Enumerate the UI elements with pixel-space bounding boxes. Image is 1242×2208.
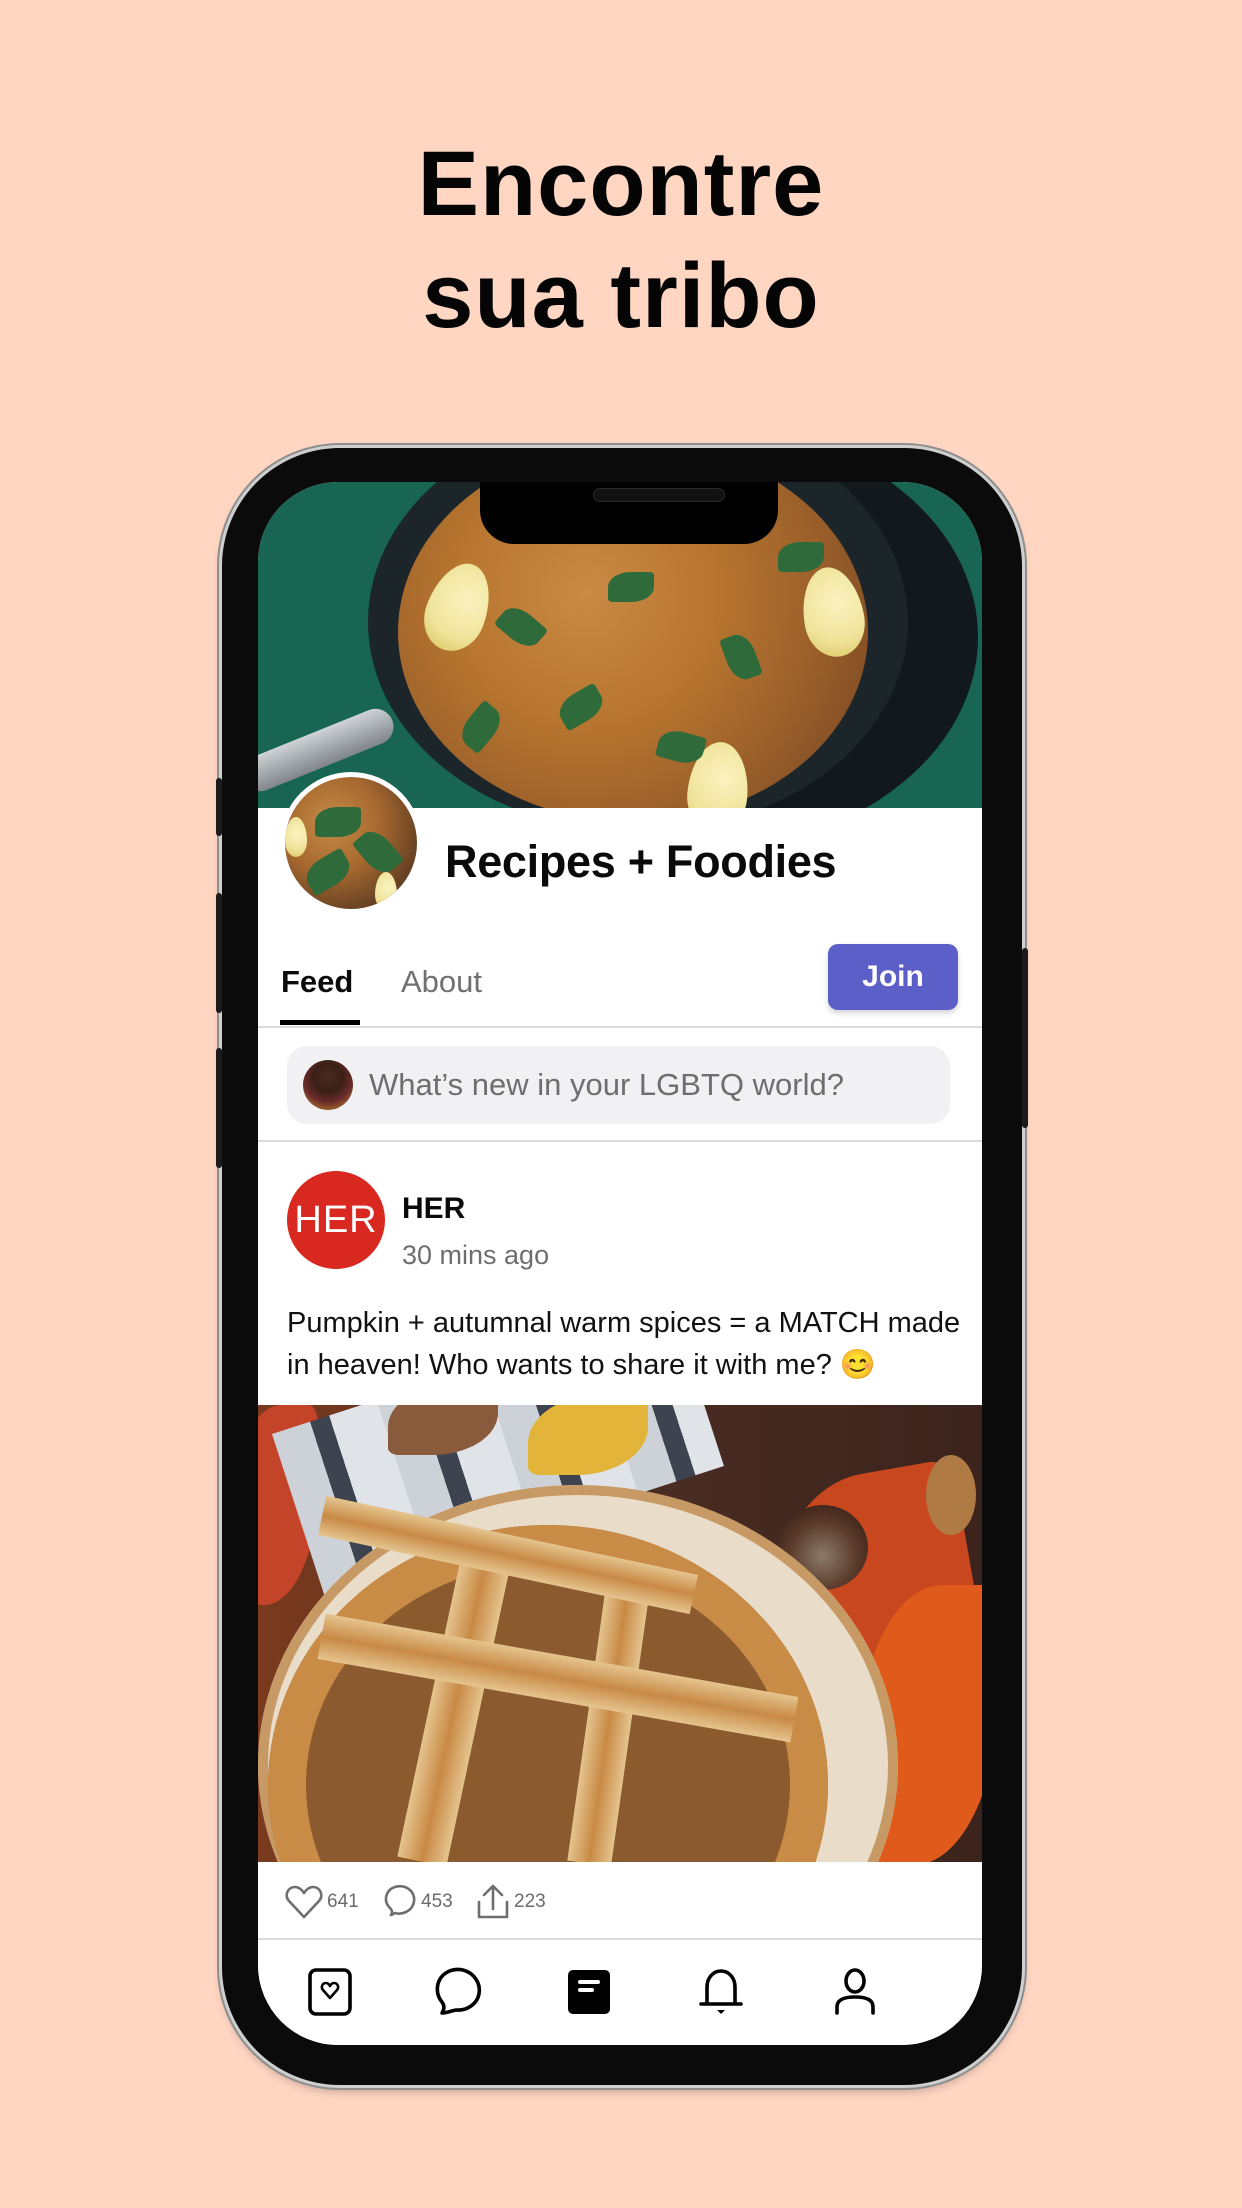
volume-down-button xyxy=(216,1048,222,1168)
lemon-slice xyxy=(375,872,397,909)
chat-bubble-icon xyxy=(435,1967,482,2015)
heart-card-icon xyxy=(308,1968,352,2016)
comment-count: 453 xyxy=(421,1891,453,1912)
share-icon xyxy=(477,1884,509,1919)
comment-icon xyxy=(384,1884,416,1917)
volume-up-button xyxy=(216,893,222,1013)
speaker xyxy=(593,488,725,502)
bell-icon xyxy=(699,1969,743,2014)
join-button[interactable]: Join xyxy=(828,944,958,1010)
nav-profile[interactable] xyxy=(825,1964,885,2020)
lemon-slice xyxy=(285,817,307,857)
post-author-name[interactable]: HER xyxy=(402,1192,465,1226)
herb xyxy=(778,542,824,572)
headline-line-2: sua tribo xyxy=(422,245,820,347)
user-avatar xyxy=(303,1060,353,1110)
group-avatar-image xyxy=(285,777,417,909)
share-count: 223 xyxy=(514,1891,546,1912)
nav-chats[interactable] xyxy=(429,1964,489,2020)
post-engagement-bar: 641 453 223 xyxy=(258,1862,982,1940)
herb xyxy=(608,572,654,602)
app-screen: Recipes + Foodies Feed About Join HER HE… xyxy=(258,482,982,2045)
active-tab-indicator xyxy=(280,1020,360,1025)
divider xyxy=(258,1140,982,1142)
herb xyxy=(300,847,356,897)
like-count: 641 xyxy=(327,1891,359,1912)
mute-switch xyxy=(216,778,222,836)
bottom-nav xyxy=(258,1942,982,2045)
headline-line-1: Encontre xyxy=(417,133,825,235)
post-image[interactable] xyxy=(258,1405,982,1862)
compose-box[interactable] xyxy=(287,1046,950,1124)
phone-frame: Recipes + Foodies Feed About Join HER HE… xyxy=(216,448,1028,2085)
tab-about[interactable]: About xyxy=(401,964,482,1000)
like-button[interactable]: 641 xyxy=(285,1884,359,1920)
herb xyxy=(315,807,361,837)
post-timestamp: 30 mins ago xyxy=(402,1240,550,1270)
person-icon xyxy=(835,1968,875,2015)
tab-feed[interactable]: Feed xyxy=(281,964,353,1000)
group-title: Recipes + Foodies xyxy=(445,836,837,887)
nav-notifications[interactable] xyxy=(691,1964,751,2020)
post-author-avatar[interactable]: HER xyxy=(287,1171,385,1269)
group-avatar[interactable] xyxy=(280,772,422,914)
share-button[interactable]: 223 xyxy=(476,1884,546,1920)
headline: Encontre sua tribo xyxy=(0,128,1242,352)
heart-icon xyxy=(285,1885,323,1919)
post-body: Pumpkin + autumnal warm spices = a MATCH… xyxy=(287,1307,961,1381)
compose-input[interactable] xyxy=(369,1046,939,1124)
nav-feed[interactable] xyxy=(559,1964,619,2020)
herb xyxy=(351,824,405,880)
comment-button[interactable]: 453 xyxy=(383,1884,453,1920)
power-button xyxy=(1022,948,1028,1128)
nav-matches[interactable] xyxy=(300,1964,360,2020)
acorn xyxy=(926,1455,976,1535)
feed-icon xyxy=(568,1970,610,2014)
